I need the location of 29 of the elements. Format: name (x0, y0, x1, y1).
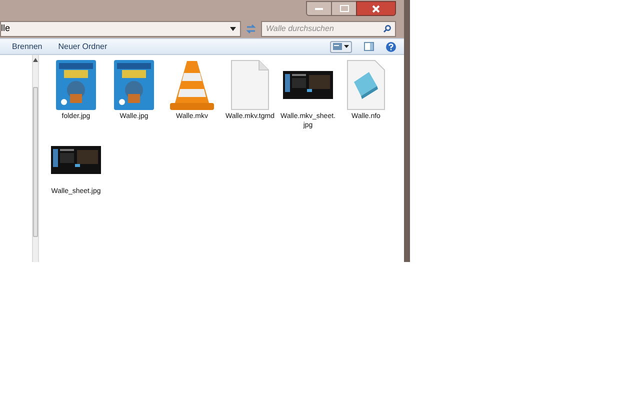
help-icon[interactable] (386, 42, 396, 52)
screenshot-thumbnail (51, 146, 101, 174)
movie-cover-thumbnail (56, 60, 96, 110)
traffic-cone-icon (169, 59, 215, 111)
search-icon (383, 25, 391, 33)
dropdown-arrow-icon[interactable] (230, 27, 236, 31)
close-button[interactable] (356, 1, 396, 16)
caret-icon (344, 45, 349, 48)
maximize-icon (340, 5, 348, 12)
close-icon (372, 4, 380, 12)
view-button[interactable] (330, 40, 352, 52)
scrollbar[interactable] (32, 55, 39, 262)
scrollbar-thumb[interactable] (33, 87, 38, 237)
scroll-up-arrow-icon[interactable] (33, 58, 38, 62)
toolbar-button[interactable]: Neuer Ordner (58, 40, 108, 52)
blank-document-icon (231, 60, 269, 110)
address-field[interactable]: lle (0, 21, 241, 37)
toolbar-button[interactable]: Brennen (12, 40, 42, 52)
notepad-document-icon (347, 60, 385, 110)
view-icon (333, 43, 342, 50)
screenshot-thumbnail (283, 71, 333, 99)
maximize-button[interactable] (332, 1, 356, 16)
movie-cover-thumbnail (114, 60, 154, 110)
preview-pane-icon[interactable] (364, 42, 374, 51)
minimize-button[interactable] (306, 1, 332, 16)
address-path: lle (1, 22, 10, 36)
search-input[interactable]: Walle durchsuchen (262, 23, 383, 35)
minimize-icon (315, 7, 323, 10)
search-field[interactable]: Walle durchsuchen (261, 21, 396, 37)
